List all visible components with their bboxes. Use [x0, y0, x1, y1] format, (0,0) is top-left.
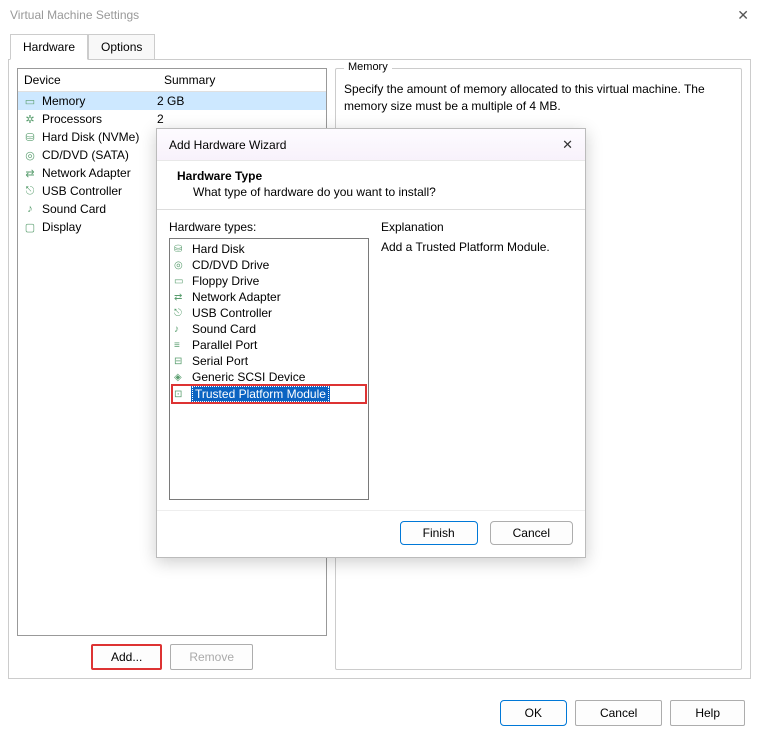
device-summary: 2: [157, 112, 322, 126]
hardware-type-item[interactable]: ▭ Floppy Drive: [172, 273, 366, 289]
device-summary: 2 GB: [157, 94, 322, 108]
hw-type-icon: ⊟: [174, 356, 188, 367]
hw-type-icon: ⎋: [174, 308, 188, 319]
hw-type-name: Trusted Platform Module: [192, 386, 329, 402]
help-button[interactable]: Help: [670, 700, 745, 726]
tab-options[interactable]: Options: [88, 34, 155, 60]
window-close-icon[interactable]: ✕: [737, 7, 749, 24]
wizard-header: Hardware Type What type of hardware do y…: [157, 161, 585, 210]
memory-legend: Memory: [344, 61, 392, 73]
device-icon: ▢: [22, 221, 38, 234]
wizard-title: Add Hardware Wizard: [169, 138, 286, 152]
hw-type-name: Serial Port: [192, 354, 248, 368]
hw-type-icon: ◈: [174, 372, 188, 383]
window-title: Virtual Machine Settings: [10, 8, 139, 22]
remove-button: Remove: [170, 644, 253, 670]
ok-button[interactable]: OK: [500, 700, 567, 726]
device-name: Network Adapter: [42, 166, 157, 180]
tab-hardware[interactable]: Hardware: [10, 34, 88, 60]
add-hardware-wizard: Add Hardware Wizard ✕ Hardware Type What…: [156, 128, 586, 558]
wizard-head-title: Hardware Type: [177, 169, 565, 183]
device-name: Hard Disk (NVMe): [42, 130, 157, 144]
hardware-type-item[interactable]: ≡ Parallel Port: [172, 337, 366, 353]
col-header-summary[interactable]: Summary: [158, 69, 326, 91]
device-name: Memory: [42, 94, 157, 108]
col-header-device[interactable]: Device: [18, 69, 158, 91]
hardware-type-item[interactable]: ⛁ Hard Disk: [172, 241, 366, 257]
hardware-types-label: Hardware types:: [169, 220, 369, 234]
explanation-label: Explanation: [381, 220, 573, 234]
device-name: USB Controller: [42, 184, 157, 198]
hw-type-icon: ≡: [174, 340, 188, 351]
wizard-titlebar: Add Hardware Wizard ✕: [157, 129, 585, 161]
hardware-type-item[interactable]: ◎ CD/DVD Drive: [172, 257, 366, 273]
device-icon: ⎋: [22, 185, 38, 198]
device-name: CD/DVD (SATA): [42, 148, 157, 162]
device-row[interactable]: ✲ Processors2: [18, 110, 326, 128]
hw-type-name: USB Controller: [192, 306, 272, 320]
hw-type-icon: ♪: [174, 324, 188, 335]
hardware-type-item[interactable]: ⊟ Serial Port: [172, 353, 366, 369]
memory-description: Specify the amount of memory allocated t…: [344, 77, 733, 123]
tab-strip: Hardware Options: [0, 34, 759, 60]
device-icon: ✲: [22, 113, 38, 126]
hw-type-icon: ⇄: [174, 292, 188, 303]
hw-type-name: CD/DVD Drive: [192, 258, 269, 272]
titlebar: Virtual Machine Settings ✕: [0, 0, 759, 30]
hw-type-name: Floppy Drive: [192, 274, 259, 288]
hw-type-name: Sound Card: [192, 322, 256, 336]
hw-type-name: Hard Disk: [192, 242, 245, 256]
device-icon: ◎: [22, 149, 38, 162]
hw-type-icon: ⊡: [174, 389, 188, 400]
hardware-type-item[interactable]: ◈ Generic SCSI Device: [172, 369, 366, 385]
device-icon: ▭: [22, 95, 38, 108]
hardware-type-item[interactable]: ⊡ Trusted Platform Module: [172, 385, 366, 403]
device-icon: ♪: [22, 203, 38, 215]
add-button[interactable]: Add...: [91, 644, 162, 670]
wizard-close-icon[interactable]: ✕: [562, 137, 573, 153]
cancel-button[interactable]: Cancel: [575, 700, 662, 726]
hw-type-icon: ▭: [174, 276, 188, 287]
device-name: Sound Card: [42, 202, 157, 216]
finish-button[interactable]: Finish: [400, 521, 478, 545]
explanation-text: Add a Trusted Platform Module.: [381, 240, 573, 254]
device-row[interactable]: ▭ Memory2 GB: [18, 92, 326, 110]
hw-type-name: Parallel Port: [192, 338, 257, 352]
hardware-type-item[interactable]: ⎋ USB Controller: [172, 305, 366, 321]
device-name: Processors: [42, 112, 157, 126]
hardware-type-item[interactable]: ♪ Sound Card: [172, 321, 366, 337]
hw-type-icon: ◎: [174, 260, 188, 271]
hw-type-name: Network Adapter: [192, 290, 281, 304]
hw-type-name: Generic SCSI Device: [192, 370, 305, 384]
wizard-cancel-button[interactable]: Cancel: [490, 521, 573, 545]
wizard-head-desc: What type of hardware do you want to ins…: [193, 185, 565, 199]
hardware-types-list[interactable]: ⛁ Hard Disk ◎ CD/DVD Drive ▭ Floppy Drive ⇄ Net…: [169, 238, 369, 500]
device-icon: ⛁: [22, 131, 38, 144]
device-name: Display: [42, 220, 157, 234]
device-icon: ⇄: [22, 167, 38, 180]
device-list-header: Device Summary: [18, 69, 326, 92]
hw-type-icon: ⛁: [174, 244, 188, 255]
hardware-type-item[interactable]: ⇄ Network Adapter: [172, 289, 366, 305]
